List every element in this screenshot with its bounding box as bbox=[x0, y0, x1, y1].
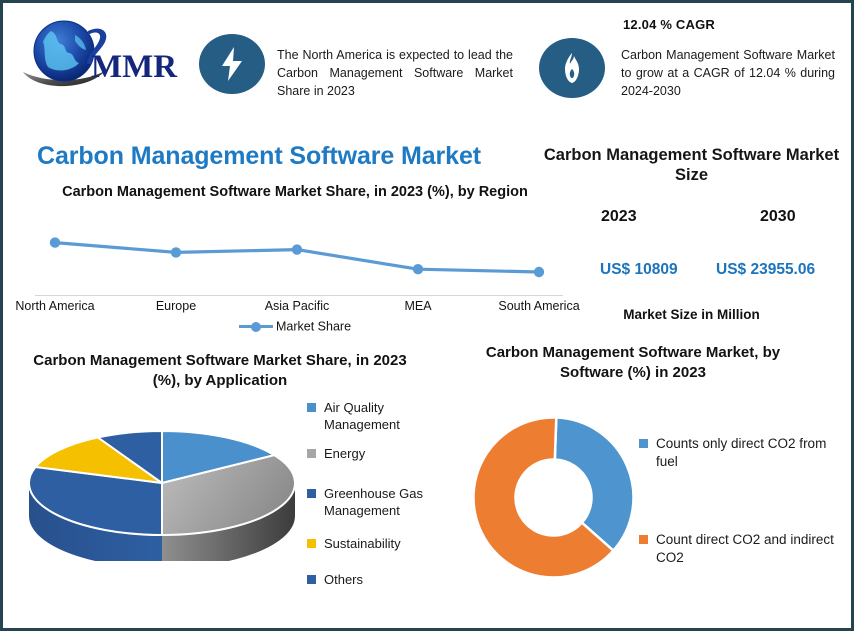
line-chart-plot bbox=[49, 237, 545, 278]
pie-legend-item-3: Sustainability bbox=[307, 535, 457, 552]
line-chart-legend: Market Share bbox=[15, 319, 575, 334]
page-title: Carbon Management Software Market bbox=[37, 142, 482, 170]
line-x-label-2: Asia Pacific bbox=[264, 299, 330, 313]
pie-legend-swatch-1 bbox=[307, 449, 316, 458]
pie-legend-label-1: Energy bbox=[324, 446, 366, 461]
bolt-glyph bbox=[222, 47, 242, 81]
application-pie-title: Carbon Management Software Market Share,… bbox=[33, 352, 407, 389]
cagr-label: 12.04 % CAGR bbox=[623, 17, 715, 32]
line-point-4 bbox=[533, 266, 545, 278]
region-line-chart: Carbon Management Software Market Share,… bbox=[15, 183, 579, 334]
line-chart-category-labels: North America Europe Asia Pacific MEA South … bbox=[15, 299, 579, 321]
pie-legend-item-2: Greenhouse Gas Management bbox=[307, 485, 457, 519]
pie-legend-swatch-4 bbox=[307, 575, 316, 584]
legend-label-market-share: Market Share bbox=[275, 319, 352, 334]
logo-wordmark: MMR bbox=[91, 49, 178, 85]
globe-swoosh-logo-icon: MMR bbox=[23, 20, 178, 87]
pie-legend-label-2: Greenhouse Gas Management bbox=[324, 486, 424, 519]
line-point-1 bbox=[170, 247, 182, 258]
market-size-year-start: 2023 bbox=[601, 208, 637, 225]
donut-legend-item-1: Count direct CO2 and indirect CO2 bbox=[639, 531, 839, 568]
software-donut-chart bbox=[472, 416, 635, 579]
donut-legend-label-0: Counts only direct CO2 from fuel bbox=[656, 436, 827, 470]
pie-legend-item-1: Energy bbox=[307, 445, 457, 462]
header-highlight-right-text: Carbon Management Software Market to gro… bbox=[621, 48, 835, 98]
pie-legend-swatch-0 bbox=[307, 403, 316, 412]
flame-icon bbox=[539, 38, 605, 98]
software-donut-title: Carbon Management Software Market, by So… bbox=[485, 344, 781, 381]
market-size-title: Carbon Management Software Market Size bbox=[543, 146, 840, 185]
market-size-unit-note: Market Size in Million bbox=[623, 307, 760, 322]
header-band: MMR The North America is expected to lea… bbox=[3, 3, 851, 136]
infographic-page: MMR The North America is expected to lea… bbox=[0, 0, 854, 631]
pie-legend-swatch-2 bbox=[307, 489, 316, 498]
mmr-logo: MMR bbox=[17, 15, 182, 93]
legend-swatch-market-share bbox=[238, 321, 273, 332]
market-size-value-end: US$ 23955.06 bbox=[716, 261, 816, 278]
donut-legend-swatch-1 bbox=[639, 535, 648, 544]
line-point-0 bbox=[49, 237, 61, 248]
donut-legend-label-1: Count direct CO2 and indirect CO2 bbox=[656, 532, 834, 566]
line-point-2 bbox=[291, 244, 303, 255]
flame-glyph bbox=[565, 53, 579, 83]
pie-legend-label-0: Air Quality Management bbox=[324, 400, 400, 433]
market-size-year-end: 2030 bbox=[760, 208, 796, 225]
header-highlight-left-text: The North America is expected to lead th… bbox=[277, 48, 513, 98]
pie-legend-label-4: Others bbox=[324, 572, 364, 587]
line-x-label-0: North America bbox=[15, 299, 95, 313]
line-x-label-3: MEA bbox=[404, 299, 432, 313]
line-chart-title: Carbon Management Software Market Share,… bbox=[62, 184, 528, 200]
lightning-bolt-icon bbox=[199, 34, 265, 94]
market-size-value-start: US$ 10809 bbox=[600, 261, 678, 278]
pie-legend-label-3: Sustainability bbox=[324, 536, 401, 551]
pie-legend-swatch-3 bbox=[307, 539, 316, 548]
line-point-3 bbox=[412, 264, 424, 275]
application-pie-chart bbox=[28, 429, 296, 561]
donut-legend-item-0: Counts only direct CO2 from fuel bbox=[639, 435, 839, 472]
donut-legend-swatch-0 bbox=[639, 439, 648, 448]
pie-legend-item-0: Air Quality Management bbox=[307, 399, 457, 433]
donut-slice-0 bbox=[553, 416, 635, 553]
pie-legend-item-4: Others bbox=[307, 571, 457, 588]
line-x-label-1: Europe bbox=[155, 299, 197, 313]
